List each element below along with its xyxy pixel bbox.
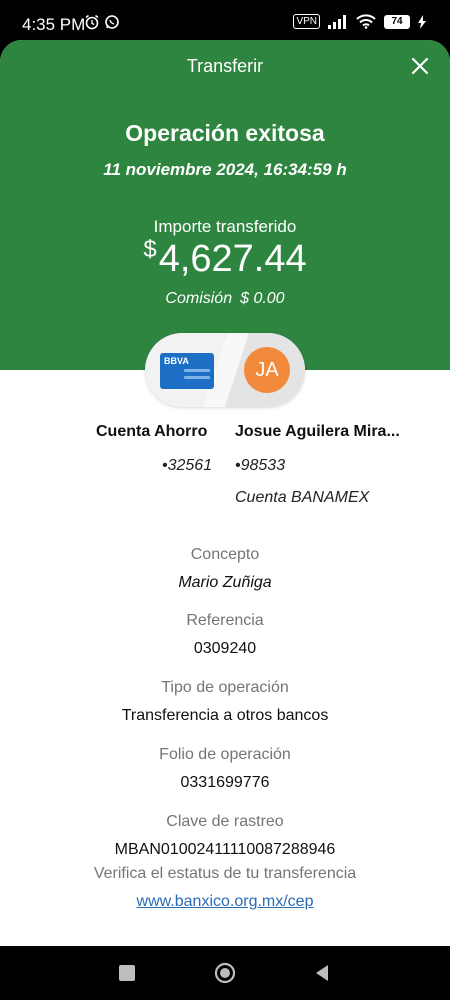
concept-value: Mario Zuñiga <box>178 574 272 591</box>
reference-value: 0309240 <box>193 640 257 657</box>
amount-transferred: $4,627.44 <box>0 236 450 281</box>
charging-icon <box>418 14 426 29</box>
recent-apps-icon[interactable] <box>119 965 135 981</box>
alarm-icon <box>85 14 99 30</box>
wifi-icon <box>356 14 376 29</box>
close-icon[interactable] <box>408 54 432 78</box>
folio-value: 0331699776 <box>180 774 270 791</box>
whatsapp-icon <box>105 15 119 29</box>
operation-datetime: 11 noviembre 2024, 16:34:59 h <box>103 160 347 179</box>
home-icon[interactable] <box>214 962 236 984</box>
status-time: 4:35 PM <box>22 15 86 34</box>
currency-symbol: $ <box>143 236 157 263</box>
signal-icon <box>328 14 346 29</box>
tracking-key-label: Clave de rastreo <box>166 813 284 830</box>
concept-label: Concepto <box>190 546 260 563</box>
from-account-name: Cuenta Ahorro <box>96 423 208 440</box>
bank-card-icon: BBVA <box>160 353 214 389</box>
receipt-header: Transferir Operación exitosa 11 noviembr… <box>0 40 450 370</box>
amount-value: 4,627.44 <box>158 238 307 280</box>
transfer-parties-pill: BBVA JA <box>145 333 305 407</box>
back-icon[interactable] <box>312 963 332 983</box>
commission: Comisión $ 0.00 <box>0 290 450 308</box>
operation-type-label: Tipo de operación <box>161 679 289 696</box>
folio-label: Folio de operación <box>159 746 291 763</box>
banxico-link[interactable]: www.banxico.org.mx/cep <box>0 893 450 911</box>
to-account-number: •98533 <box>235 457 286 474</box>
avatar: JA <box>244 347 290 393</box>
commission-label: Comisión <box>165 290 233 307</box>
vpn-badge: VPN <box>293 14 320 29</box>
battery-indicator: 74 <box>384 14 410 29</box>
screen-title: Transferir <box>186 56 264 76</box>
system-nav-bar <box>0 946 450 1000</box>
commission-value: $ 0.00 <box>240 290 285 307</box>
to-account-name: Josue Aguilera Mira... <box>235 423 400 440</box>
card-brand: BBVA <box>164 356 189 366</box>
tracking-key-value: MBAN01002411110087288946 <box>114 841 336 858</box>
from-account-number: •32561 <box>162 457 213 474</box>
amount-label: Importe transferido <box>153 217 297 236</box>
transfer-receipt-screen: Transferir Operación exitosa 11 noviembr… <box>0 40 450 946</box>
verify-status-text: Verifica el estatus de tu transferencia <box>93 865 357 882</box>
operation-type-value: Transferencia a otros bancos <box>121 707 329 724</box>
success-title: Operación exitosa <box>125 120 325 146</box>
to-account-bank: Cuenta BANAMEX <box>235 489 370 506</box>
reference-label: Referencia <box>186 612 264 629</box>
